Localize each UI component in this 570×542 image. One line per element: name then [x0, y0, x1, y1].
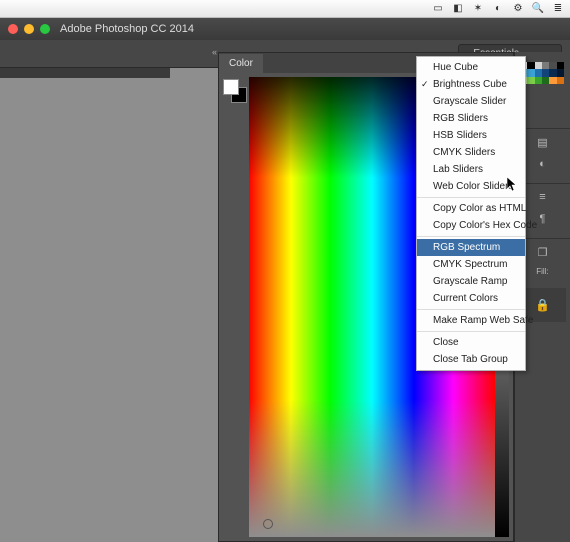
gear-icon[interactable]: ⚙	[512, 3, 524, 15]
fill-label: Fill:	[536, 267, 548, 276]
menu-item[interactable]: Lab Sliders	[417, 161, 525, 178]
close-window-button[interactable]	[8, 24, 18, 34]
swatch[interactable]	[557, 69, 564, 76]
search-icon[interactable]: 🔍	[532, 3, 544, 15]
display-icon[interactable]: ▭	[432, 3, 444, 15]
menu-item[interactable]: RGB Spectrum	[417, 239, 525, 256]
menu-separator	[417, 309, 525, 310]
history-icon[interactable]: ▤	[533, 135, 553, 149]
menu-item[interactable]: Web Color Sliders	[417, 178, 525, 195]
menu-item[interactable]: CMYK Sliders	[417, 144, 525, 161]
color-panel-flyout-menu: Hue CubeBrightness CubeGrayscale SliderR…	[416, 56, 526, 371]
minimize-window-button[interactable]	[24, 24, 34, 34]
swatch[interactable]	[527, 77, 534, 84]
color-sample-ring	[263, 519, 273, 529]
menu-item[interactable]: Copy Color's Hex Code	[417, 217, 525, 234]
menu-item[interactable]: Current Colors	[417, 290, 525, 307]
menu-item[interactable]: Make Ramp Web Safe	[417, 312, 525, 329]
wifi-icon[interactable]: ✶	[472, 3, 484, 15]
menu-item[interactable]: Grayscale Slider	[417, 93, 525, 110]
swatch[interactable]	[549, 62, 556, 69]
lock-icon: 🔒	[535, 298, 550, 312]
app-title: Adobe Photoshop CC 2014	[60, 23, 194, 35]
layers-icon[interactable]: ❐	[533, 245, 553, 259]
menu-icon[interactable]: ≣	[552, 3, 564, 15]
menu-item[interactable]: HSB Sliders	[417, 127, 525, 144]
zoom-window-button[interactable]	[40, 24, 50, 34]
menu-separator	[417, 236, 525, 237]
swatch[interactable]	[557, 62, 564, 69]
swatch[interactable]	[557, 77, 564, 84]
menu-item[interactable]: Grayscale Ramp	[417, 273, 525, 290]
menu-item[interactable]: Copy Color as HTML	[417, 200, 525, 217]
swatch[interactable]	[535, 62, 542, 69]
foreground-swatch[interactable]	[223, 79, 239, 95]
app-titlebar: Adobe Photoshop CC 2014	[0, 18, 570, 40]
swatches-grid[interactable]	[520, 62, 564, 84]
swatch[interactable]	[527, 62, 534, 69]
menu-separator	[417, 331, 525, 332]
menu-item[interactable]: CMYK Spectrum	[417, 256, 525, 273]
color-tab[interactable]: Color	[219, 54, 263, 73]
fg-bg-swatches[interactable]	[223, 77, 245, 537]
swatch[interactable]	[527, 69, 534, 76]
swatch[interactable]	[535, 77, 542, 84]
sound-icon[interactable]: ◐	[492, 3, 504, 15]
menu-item[interactable]: Close	[417, 334, 525, 351]
slider-icon[interactable]: ≡	[533, 190, 553, 204]
tab-well	[0, 68, 170, 78]
menu-separator	[417, 197, 525, 198]
swatch[interactable]	[542, 69, 549, 76]
panel-collapse-icon[interactable]: «	[212, 47, 217, 57]
menu-item[interactable]: Hue Cube	[417, 59, 525, 76]
menu-item[interactable]: Brightness Cube	[417, 76, 525, 93]
window-controls	[0, 24, 50, 34]
swatch[interactable]	[549, 77, 556, 84]
swatch[interactable]	[535, 69, 542, 76]
adjustments-icon[interactable]: ◐	[533, 157, 553, 171]
menu-item[interactable]: RGB Sliders	[417, 110, 525, 127]
menu-item[interactable]: Close Tab Group	[417, 351, 525, 368]
swatch[interactable]	[549, 69, 556, 76]
mac-menubar: ▭ ◧ ✶ ◐ ⚙ 🔍 ≣	[0, 0, 570, 18]
swatch[interactable]	[542, 62, 549, 69]
swatch[interactable]	[542, 77, 549, 84]
something-icon[interactable]: ◧	[452, 3, 464, 15]
